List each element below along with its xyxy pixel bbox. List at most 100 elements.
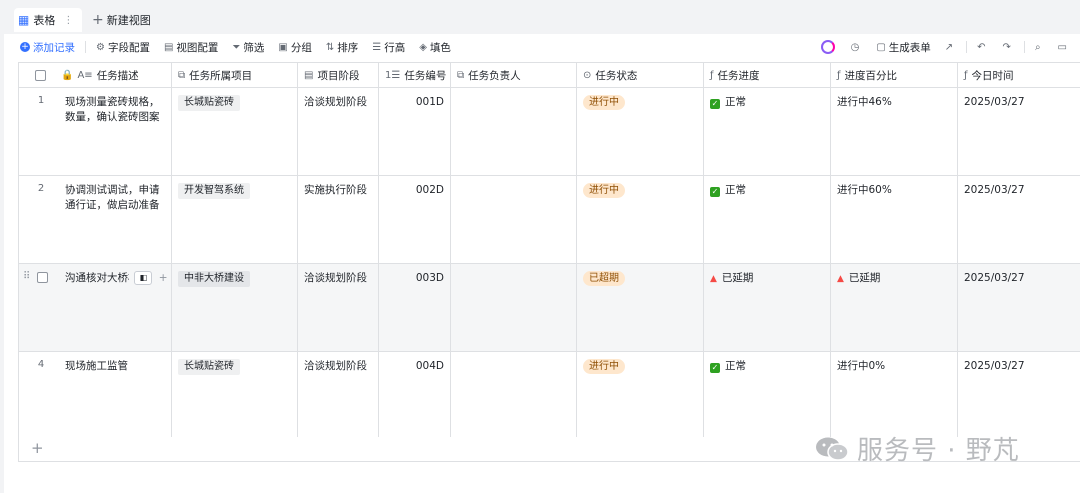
- expand-record-icon[interactable]: ◧: [134, 271, 153, 285]
- cell-stage[interactable]: 洽谈规划阶段: [298, 88, 379, 175]
- header-project[interactable]: ⧉ 任务所属项目: [172, 63, 298, 87]
- cell-project[interactable]: 长城贴瓷砖: [172, 88, 298, 175]
- header-percent[interactable]: ƒ 进度百分比: [831, 63, 958, 87]
- table-row[interactable]: 4 现场施工监管 长城贴瓷砖 洽谈规划阶段 004D 进行中 ✓ 正常 进行中0%…: [19, 352, 1080, 438]
- share-button[interactable]: ↗: [945, 42, 956, 53]
- cell-task-desc[interactable]: 现场测量瓷砖规格，数量，确认瓷砖图案: [57, 88, 172, 175]
- gear-icon: ⚙: [96, 41, 105, 53]
- formula-field-icon: ƒ: [964, 69, 968, 81]
- add-row-button[interactable]: +: [31, 439, 44, 457]
- ai-assistant-button[interactable]: [820, 40, 835, 54]
- text-field-icon: A≡: [77, 69, 93, 81]
- cell-stage[interactable]: 实施执行阶段: [298, 176, 379, 263]
- cell-task-code[interactable]: 003D: [379, 264, 451, 351]
- alarm-icon: ▲: [837, 274, 844, 284]
- header-today[interactable]: ƒ 今日时间: [958, 63, 1080, 87]
- drag-handle-icon[interactable]: ⠿: [23, 271, 30, 282]
- header-progress[interactable]: ƒ 任务进度: [704, 63, 831, 87]
- cell-task-code[interactable]: 001D: [379, 88, 451, 175]
- cell-task-code[interactable]: 002D: [379, 176, 451, 263]
- cell-stage[interactable]: 洽谈规划阶段: [298, 264, 379, 351]
- table-row[interactable]: 2 协调测试调试，申请通行证，做启动准备 开发智驾系统 实施执行阶段 002D …: [19, 176, 1080, 264]
- cell-percent[interactable]: 进行中0%: [831, 352, 958, 437]
- table-row[interactable]: ⠿ 沟通核对大桥柞 ◧ + 中非大桥建设 洽谈规划阶段 003D 已超期 ▲ 已延…: [19, 264, 1080, 352]
- automation-button[interactable]: ◷: [851, 42, 863, 53]
- view-config-button[interactable]: ▤ 视图配置: [164, 40, 218, 55]
- undo-button[interactable]: ↶: [977, 42, 988, 53]
- cell-progress[interactable]: ▲ 已延期: [704, 264, 831, 351]
- cell-status[interactable]: 进行中: [577, 176, 704, 263]
- cell-project[interactable]: 中非大桥建设: [172, 264, 298, 351]
- cell-task-code[interactable]: 004D: [379, 352, 451, 437]
- cell-percent[interactable]: 进行中46%: [831, 88, 958, 175]
- sort-button[interactable]: ⇅ 排序: [326, 40, 358, 55]
- stage-text: 洽谈规划阶段: [304, 96, 367, 108]
- ai-assistant-icon: [820, 40, 835, 54]
- header-label: 进度百分比: [844, 69, 898, 82]
- header-task-desc[interactable]: 🔒 A≡ 任务描述: [57, 63, 172, 87]
- status-field-icon: ⊙: [583, 69, 592, 81]
- divider: [1023, 41, 1025, 53]
- cell-progress[interactable]: ✓ 正常: [704, 176, 831, 263]
- cell-owner[interactable]: [451, 88, 577, 175]
- header-status[interactable]: ⊙ 任务状态: [577, 63, 704, 87]
- group-button[interactable]: ▣ 分组: [278, 40, 311, 55]
- cell-project[interactable]: 开发智驾系统: [172, 176, 298, 263]
- row-height-button[interactable]: ☰ 行高: [372, 40, 405, 55]
- sort-icon: ⇅: [325, 41, 335, 53]
- cell-progress[interactable]: ✓ 正常: [704, 352, 831, 437]
- progress-text: 正常: [725, 360, 746, 372]
- cell-owner[interactable]: [451, 176, 577, 263]
- cell-project[interactable]: 长城贴瓷砖: [172, 352, 298, 437]
- cell-stage[interactable]: 洽谈规划阶段: [298, 352, 379, 437]
- cell-progress[interactable]: ✓ 正常: [704, 88, 831, 175]
- cell-today[interactable]: 2025/03/27: [958, 352, 1080, 437]
- filter-button[interactable]: ⏷ 筛选: [232, 40, 264, 55]
- group-icon: ▣: [278, 41, 288, 53]
- cell-percent[interactable]: 进行中60%: [831, 176, 958, 263]
- number-field-icon: 1☰: [385, 69, 401, 81]
- fill-color-button[interactable]: ◈ 填色: [419, 40, 451, 55]
- comment-button[interactable]: ▭: [1058, 42, 1070, 53]
- field-config-button[interactable]: ⚙ 字段配置: [96, 40, 150, 55]
- cell-percent[interactable]: ▲ 已延期: [831, 264, 958, 351]
- redo-button[interactable]: ↷: [1003, 42, 1014, 53]
- cell-today[interactable]: 2025/03/27: [958, 264, 1080, 351]
- cell-owner[interactable]: [451, 352, 577, 437]
- toolbar: + 添加记录 ⚙ 字段配置 ▤ 视图配置 ⏷ 筛选 ▣ 分组 ⇅ 排序 ☰ 行高 ◈ 填色 ◷…: [4, 34, 1080, 60]
- new-view-button[interactable]: + 新建视图: [92, 8, 151, 32]
- generate-form-button[interactable]: ▢ 生成表单: [876, 40, 930, 55]
- add-row-icon[interactable]: +: [159, 272, 168, 284]
- cell-today[interactable]: 2025/03/27: [958, 88, 1080, 175]
- search-button[interactable]: ⌕: [1035, 42, 1044, 53]
- view-config-icon: ▤: [163, 41, 174, 53]
- row-checkbox[interactable]: [37, 272, 48, 283]
- add-record-button[interactable]: + 添加记录: [20, 40, 75, 55]
- cell-task-desc[interactable]: 沟通核对大桥柞 ◧ +: [57, 264, 172, 351]
- task-desc-text: 沟通核对大桥柞: [65, 272, 129, 284]
- header-label: 任务描述: [96, 69, 139, 82]
- table-header: 🔒 A≡ 任务描述 ⧉ 任务所属项目 ▤ 项目阶段 1☰ 任务编号 ⧉ 任务负责人 ⊙ 任务状…: [19, 63, 1080, 88]
- header-stage[interactable]: ▤ 项目阶段: [298, 63, 379, 87]
- header-label: 任务进度: [717, 69, 760, 82]
- cell-task-desc[interactable]: 协调测试调试，申请通行证，做启动准备: [57, 176, 172, 263]
- new-view-label: 新建视图: [106, 14, 151, 27]
- formula-field-icon: ƒ: [710, 69, 714, 81]
- header-task-code[interactable]: 1☰ 任务编号: [379, 63, 451, 87]
- cell-owner[interactable]: [451, 264, 577, 351]
- select-all-checkbox[interactable]: [35, 70, 46, 81]
- cell-status[interactable]: 进行中: [577, 352, 704, 437]
- date-text: 2025/03/27: [964, 360, 1025, 372]
- progress-text: 正常: [725, 96, 746, 108]
- task-desc-text: 协调测试调试，申请通行证，做启动准备: [65, 184, 160, 211]
- cell-status[interactable]: 进行中: [577, 88, 704, 175]
- add-icon: +: [20, 42, 30, 52]
- table-row[interactable]: 1 现场测量瓷砖规格，数量，确认瓷砖图案 长城贴瓷砖 洽谈规划阶段 001D 进…: [19, 88, 1080, 176]
- more-options-icon[interactable]: ⋮: [63, 15, 73, 26]
- cell-status[interactable]: 已超期: [577, 264, 704, 351]
- cell-today[interactable]: 2025/03/27: [958, 176, 1080, 263]
- sort-label: 排序: [337, 41, 359, 54]
- header-owner[interactable]: ⧉ 任务负责人: [451, 63, 577, 87]
- tab-table-view[interactable]: ▦ 表格 ⋮: [14, 8, 82, 32]
- cell-task-desc[interactable]: 现场施工监管: [57, 352, 172, 437]
